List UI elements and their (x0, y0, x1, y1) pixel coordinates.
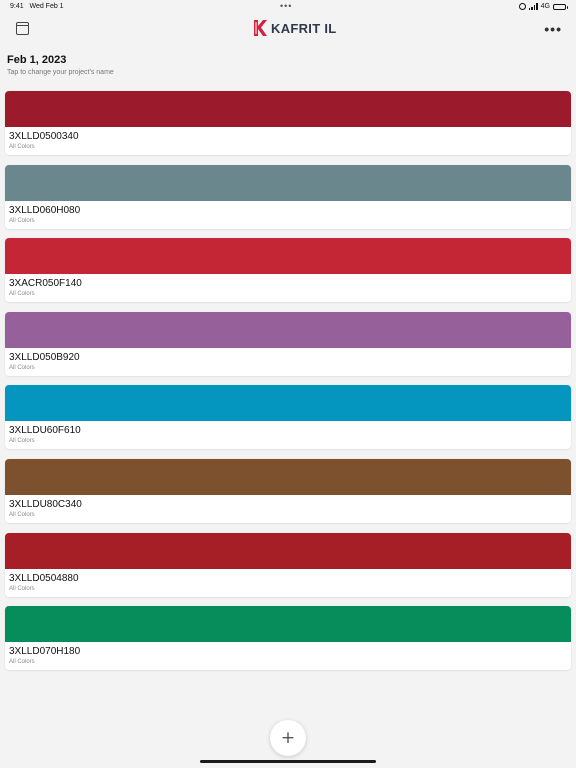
card-body: 3XLLD0500340 All Colors (5, 127, 571, 155)
home-indicator (200, 760, 376, 763)
nav-bar: KAFRIT IL ••• (0, 14, 576, 44)
color-card[interactable]: 3XLLD0504880 All Colors (5, 532, 571, 597)
color-category: All Colors (9, 511, 35, 518)
card-body: 3XLLD0504880 All Colors (5, 569, 571, 597)
network-type: 4G (540, 3, 550, 10)
status-date: Wed Feb 1 (29, 3, 64, 10)
multitasking-dots[interactable]: ••• (280, 1, 292, 11)
color-swatch[interactable] (5, 458, 571, 495)
status-time: 9:41 Wed Feb 1 (10, 3, 64, 10)
card-body: 3XLLDU60F610 All Colors (5, 421, 571, 449)
kafrit-logo-icon (254, 20, 267, 36)
color-category: All Colors (9, 659, 35, 666)
project-header[interactable]: Feb 1, 2023 Tap to change your project's… (7, 54, 114, 76)
color-category: All Colors (9, 438, 35, 445)
color-swatch[interactable] (5, 311, 571, 348)
card-body: 3XLLD050B920 All Colors (5, 348, 571, 376)
card-body: 3XLLD060H080 All Colors (5, 201, 571, 229)
color-card[interactable]: 3XLLD050B920 All Colors (5, 311, 571, 376)
color-code: 3XLLDU80C340 (9, 498, 82, 510)
color-category: All Colors (9, 364, 35, 371)
color-swatch[interactable] (5, 606, 571, 643)
color-code: 3XLLD050B920 (9, 351, 80, 363)
color-code: 3XLLD060H080 (9, 204, 81, 216)
color-swatch[interactable] (5, 532, 571, 569)
rename-hint: Tap to change your project's name (7, 69, 114, 76)
status-bar: 9:41 Wed Feb 1 ••• 4G (0, 0, 576, 14)
add-color-button[interactable]: + (270, 720, 306, 756)
color-code: 3XACR050F140 (9, 278, 82, 290)
project-title[interactable]: Feb 1, 2023 (7, 54, 114, 66)
color-category: All Colors (9, 291, 35, 298)
brand-logo: KAFRIT IL (252, 19, 337, 37)
color-card[interactable]: 3XLLDU60F610 All Colors (5, 385, 571, 450)
battery-icon (553, 3, 568, 10)
color-code: 3XLLD0500340 (9, 131, 79, 142)
color-card[interactable]: 3XLLDU80C340 All Colors (5, 458, 571, 523)
color-card-list: 3XLLD0500340 All Colors 3XLLD060H080 All Co… (5, 91, 571, 680)
color-swatch[interactable] (5, 164, 571, 201)
card-body: 3XLLDU80C340 All Colors (5, 495, 571, 523)
color-card[interactable]: 3XACR050F140 All Colors (5, 238, 571, 303)
card-body: 3XLLD070H180 All Colors (5, 642, 571, 670)
color-code: 3XLLD0504880 (9, 572, 79, 584)
more-menu-button[interactable]: ••• (544, 21, 562, 37)
screen-record-icon (518, 3, 526, 10)
color-card[interactable]: 3XLLD060H080 All Colors (5, 164, 571, 229)
status-indicators: 4G (518, 3, 568, 10)
color-code: 3XLLD070H180 (9, 646, 81, 658)
color-code: 3XLLDU60F610 (9, 425, 81, 437)
card-body: 3XACR050F140 All Colors (5, 274, 571, 302)
color-card[interactable]: 3XLLD0500340 All Colors (5, 91, 571, 155)
color-category: All Colors (9, 144, 35, 150)
brand-name: KAFRIT IL (271, 20, 337, 36)
projects-icon[interactable] (16, 22, 29, 35)
color-category: All Colors (9, 217, 35, 224)
color-swatch[interactable] (5, 238, 571, 275)
color-category: All Colors (9, 585, 35, 592)
signal-icon (528, 3, 538, 10)
color-swatch[interactable] (5, 385, 571, 422)
color-card[interactable]: 3XLLD070H180 All Colors (5, 606, 571, 671)
color-swatch[interactable] (5, 91, 571, 127)
